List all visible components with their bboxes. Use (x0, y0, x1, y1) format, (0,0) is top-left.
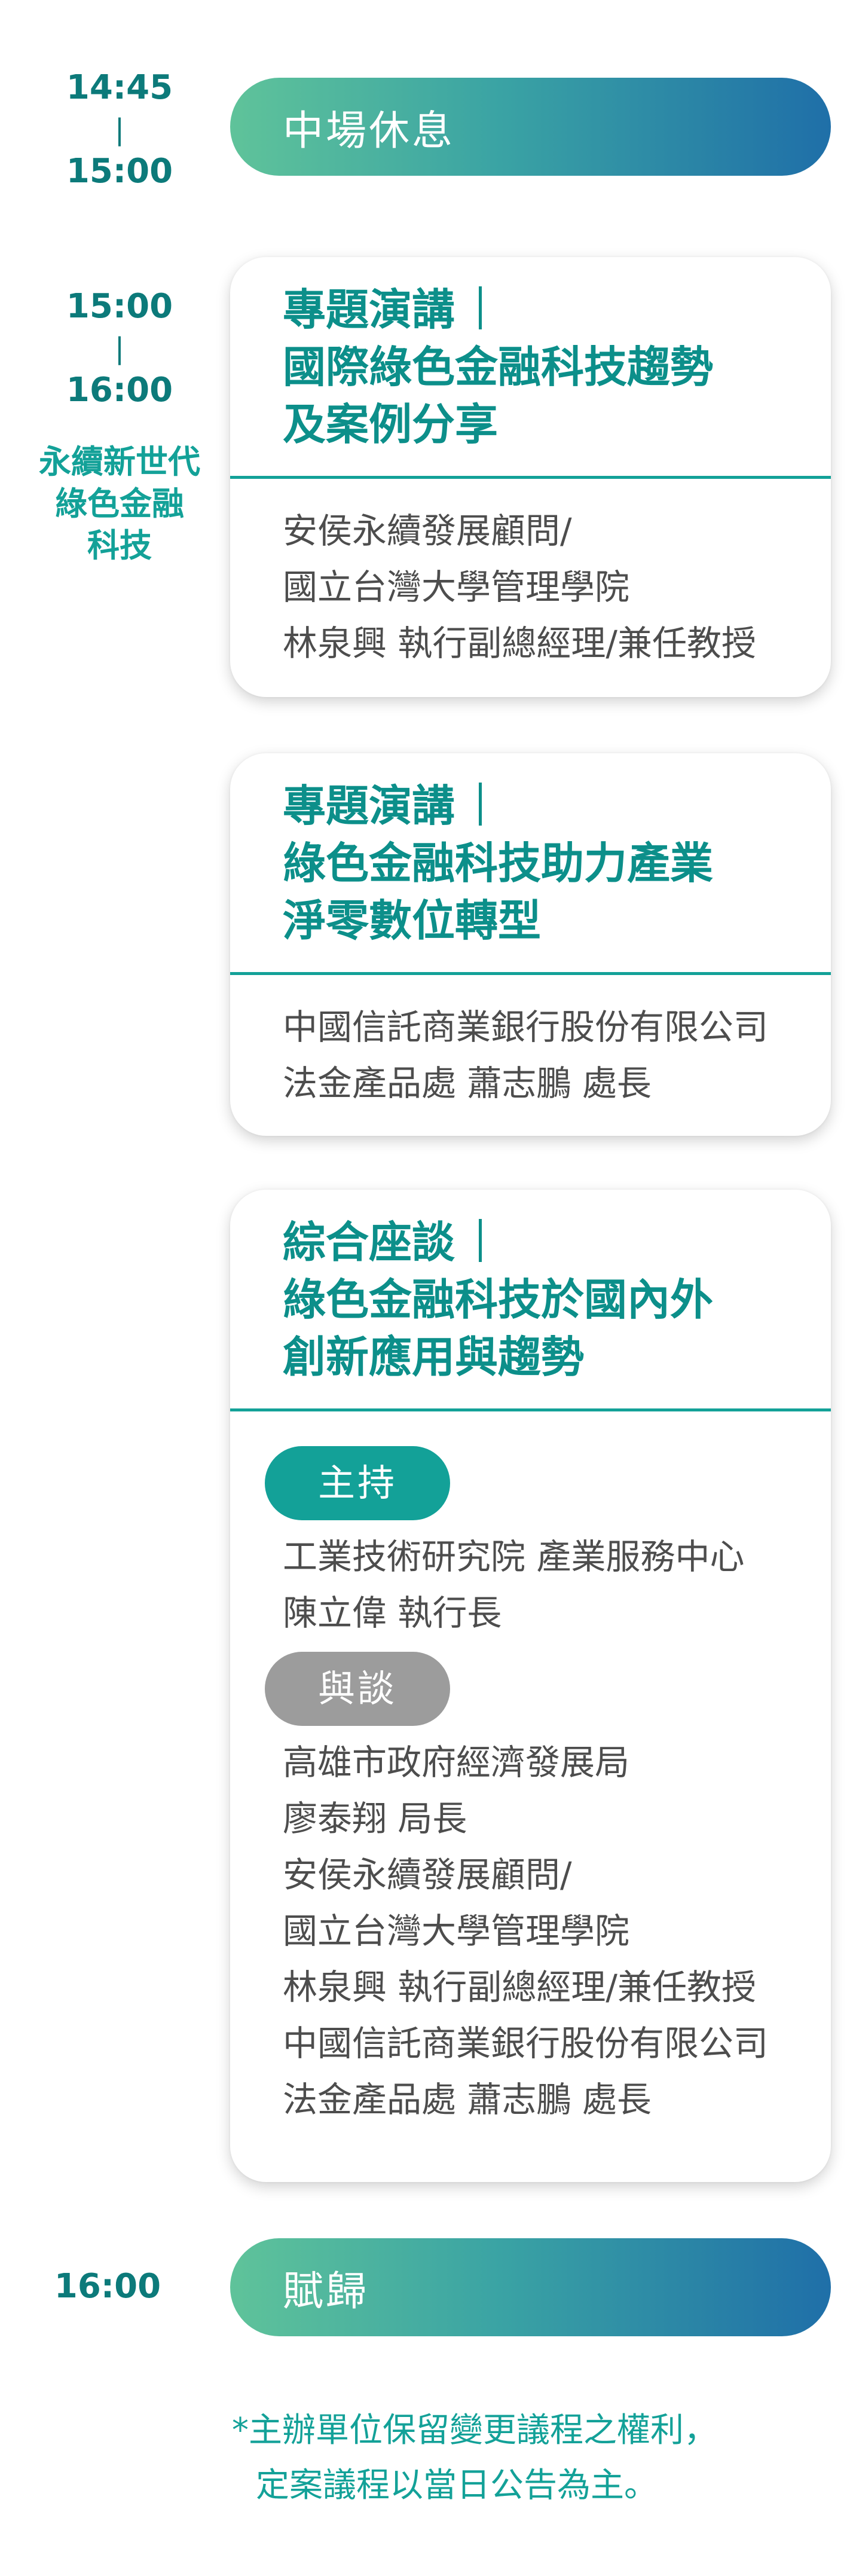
closing-time-value: 16:00 (54, 2267, 161, 2306)
panelist-line: 廖泰翔 局長 (283, 1798, 467, 1839)
panel-body: 主持 工業技術研究院 產業服務中心 陳立偉 執行長 與談 高雄市政府經濟發展局 … (230, 1411, 831, 2149)
closing-label: 賦歸 (283, 2268, 369, 2315)
break-pill: 中場休息 (230, 78, 831, 176)
break-label: 中場休息 (283, 107, 455, 155)
moderator-badge: 主持 (265, 1446, 450, 1520)
footnote: *主辦單位保留變更議程之權利， 定案議程以當日公告為主。 (232, 2403, 830, 2513)
panelist-line: 林泉興 執行副總經理/兼任教授 (283, 1967, 756, 2007)
session-time-start: 15:00 (66, 287, 173, 326)
title-divider (479, 286, 482, 329)
title-divider (479, 1219, 482, 1262)
footnote-line: *主辦單位保留變更議程之權利， (232, 2411, 717, 2450)
card-title-line: 創新應用與趨勢 (283, 1332, 585, 1382)
speaker-line: 中國信託商業銀行股份有限公司 (283, 1007, 769, 1047)
card-title-type: 專題演講 (283, 781, 455, 831)
panelist-badge: 與談 (265, 1652, 450, 1726)
panelist-line: 高雄市政府經濟發展局 (283, 1742, 630, 1783)
time-separator: | (114, 113, 125, 146)
closing-time: 16:00 (48, 2266, 167, 2308)
moderator-line: 工業技術研究院 產業服務中心 (283, 1536, 745, 1577)
card-title-line: 淨零數位轉型 (283, 896, 542, 946)
panelist-line: 國立台灣大學管理學院 (283, 1911, 630, 1951)
card-title-line: 國際綠色金融科技趨勢 (283, 342, 714, 392)
card-title-type: 綜合座談 (283, 1217, 455, 1267)
break-time-end: 15:00 (66, 152, 173, 191)
panel-card: 綜合座談 綠色金融科技於國內外 創新應用與趨勢 主持 工業技術研究院 產業服務中… (230, 1190, 831, 2182)
session-time-end: 16:00 (66, 371, 173, 410)
panelist-line: 法金產品處 蕭志鵬 處長 (283, 2079, 652, 2120)
session-label-line: 科技 (87, 527, 152, 564)
card-title: 專題演講 綠色金融科技助力產業 淨零數位轉型 (230, 753, 831, 975)
card-title-line: 綠色金融科技於國內外 (283, 1275, 714, 1325)
session-label-line: 綠色金融 (55, 485, 184, 522)
time-separator: | (114, 332, 125, 365)
speaker-line: 安侯永續發展顧問/ (283, 511, 572, 551)
panelist-line: 中國信託商業銀行股份有限公司 (283, 2023, 769, 2064)
moderator-line: 陳立偉 執行長 (283, 1593, 502, 1633)
panelist-line: 安侯永續發展顧問/ (283, 1854, 572, 1895)
card-title-line: 綠色金融科技助力產業 (283, 838, 714, 888)
keynote-card-2: 專題演講 綠色金融科技助力產業 淨零數位轉型 中國信託商業銀行股份有限公司 法金… (230, 753, 831, 1136)
speaker-line: 國立台灣大學管理學院 (283, 567, 630, 607)
card-speaker: 安侯永續發展顧問/ 國立台灣大學管理學院 林泉興 執行副總經理/兼任教授 (230, 479, 831, 693)
card-title: 專題演講 國際綠色金融科技趨勢 及案例分享 (230, 257, 831, 479)
closing-pill: 賦歸 (230, 2238, 831, 2336)
card-speaker: 中國信託商業銀行股份有限公司 法金產品處 蕭志鵬 處長 (230, 975, 831, 1133)
speaker-line: 林泉興 執行副總經理/兼任教授 (283, 623, 756, 664)
footnote-line: 定案議程以當日公告為主。 (256, 2466, 658, 2505)
session-label: 永續新世代 綠色金融 科技 (24, 441, 215, 567)
session-label-line: 永續新世代 (39, 443, 200, 481)
speaker-line: 法金產品處 蕭志鵬 處長 (283, 1063, 652, 1104)
title-divider (479, 783, 482, 826)
card-title-line: 及案例分享 (283, 399, 499, 450)
keynote-card-1: 專題演講 國際綠色金融科技趨勢 及案例分享 安侯永續發展顧問/ 國立台灣大學管理… (230, 257, 831, 697)
break-time-start: 14:45 (66, 68, 173, 107)
break-time: 14:45 | 15:00 (60, 67, 179, 192)
card-title: 綜合座談 綠色金融科技於國內外 創新應用與趨勢 (230, 1190, 831, 1411)
session-time: 15:00 | 16:00 (60, 286, 179, 411)
card-title-type: 專題演講 (283, 285, 455, 335)
